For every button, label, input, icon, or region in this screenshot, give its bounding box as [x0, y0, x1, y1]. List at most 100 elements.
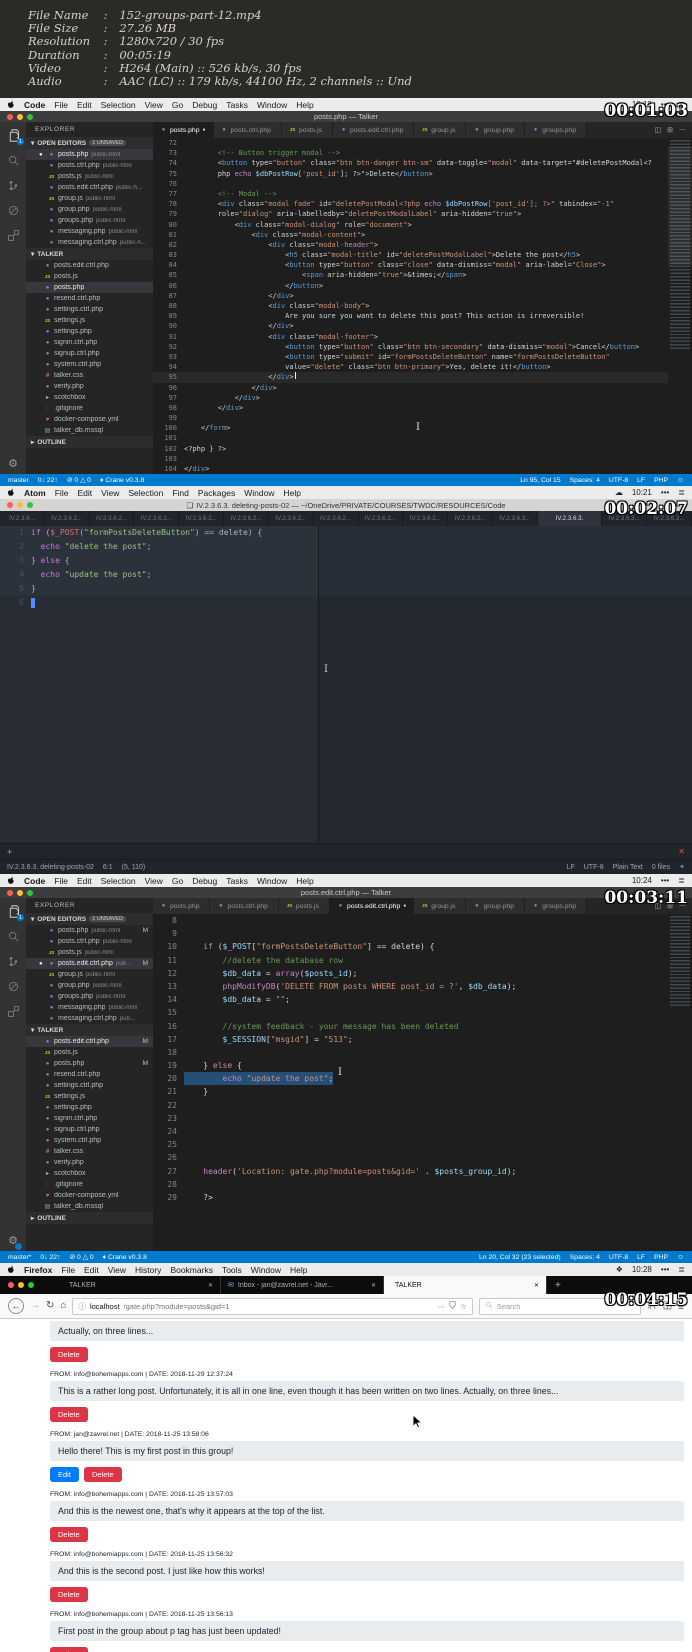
browser-tab[interactable]: TALKER ✕ [384, 1276, 547, 1294]
status-item[interactable]: UTF-8 [584, 864, 604, 871]
menubar-item[interactable]: Packages [198, 488, 235, 498]
menubar-app-name[interactable]: Code [24, 100, 45, 110]
editor-tab[interactable]: posts.php ● [153, 122, 214, 138]
more-icon[interactable]: ••• [661, 488, 669, 497]
delete-button[interactable]: Delete [50, 1587, 88, 1602]
status-extra-icon[interactable]: ✦ [679, 863, 685, 871]
open-editor-item[interactable]: posts.js public-html [26, 171, 153, 182]
menubar-item[interactable]: Edit [84, 1265, 99, 1275]
code-line[interactable]: 101 [153, 433, 668, 443]
file-tree-item[interactable]: resend.ctrl.php [26, 1069, 153, 1080]
settings-gear-icon[interactable]: ⚙ [8, 1234, 22, 1250]
status-item[interactable]: 6:1 [103, 864, 113, 871]
minimap-slider[interactable] [668, 146, 692, 266]
add-panel-icon[interactable]: + [7, 847, 12, 857]
code-line[interactable]: 103 [153, 454, 668, 464]
open-editors-header[interactable]: ▾ OPEN EDITORS 1 UNSAVED [26, 913, 153, 925]
page-actions-icon[interactable]: ⋯ [437, 1302, 445, 1311]
site-info-icon[interactable]: ⓘ [78, 1301, 86, 1312]
code-line[interactable]: 81 <div class="modal-content"> [153, 230, 668, 240]
status-item[interactable]: PHP [654, 477, 668, 484]
status-item[interactable]: ☺ [677, 1254, 684, 1261]
code-line[interactable]: 21 } [153, 1085, 668, 1098]
status-item[interactable]: ♦ Crane v0.3.8 [100, 477, 144, 484]
code-line[interactable]: 78 <div class="modal fade" id="deletePos… [153, 199, 668, 209]
status-item[interactable]: Ln 20, Col 32 (23 selected) [479, 1254, 561, 1261]
menubar-item[interactable]: Bookmarks [170, 1265, 213, 1275]
apple-icon[interactable] [7, 99, 15, 110]
code-line[interactable]: 20 echo "update the post"; [153, 1072, 668, 1086]
menubar-item[interactable]: View [145, 876, 163, 886]
input-menu-icon[interactable]: ❖ [616, 1265, 623, 1274]
status-item[interactable]: ☺ [677, 477, 684, 484]
open-editor-item[interactable]: posts.ctrl.php public-html [26, 160, 153, 171]
editor-tab[interactable]: IV.2.3.6.2... [403, 511, 449, 526]
editor-tab[interactable]: IV.2.3.6.3... [493, 511, 538, 526]
outline-header[interactable]: ▸ OUTLINE [26, 436, 153, 448]
code-line[interactable]: 104 </div> [153, 464, 668, 474]
status-item[interactable]: ♦ Crane v0.3.8 [103, 1254, 147, 1261]
delete-button[interactable]: Delete [50, 1647, 88, 1652]
zoom-window-icon[interactable] [27, 113, 33, 120]
menubar-item[interactable]: Selection [101, 876, 136, 886]
tab-close-icon[interactable]: ✕ [371, 1282, 376, 1289]
status-item[interactable]: UTF-8 [609, 1254, 628, 1261]
tab-close-icon[interactable]: ✕ [534, 1282, 539, 1289]
editor-tab[interactable]: groups.php [525, 122, 588, 138]
menubar-item[interactable]: Window [244, 488, 274, 498]
file-tree-item[interactable]: posts.php [26, 282, 153, 293]
menubar-item[interactable]: Tasks [226, 100, 248, 110]
file-tree-item[interactable]: settings.js [26, 1091, 153, 1102]
editor-tab[interactable]: posts.edit.ctrl.php ● [329, 898, 415, 914]
code-editor[interactable]: 72 73 <!-- Button trigger modal --> 74 <… [153, 138, 692, 474]
menubar-item[interactable]: Window [251, 1265, 281, 1275]
status-item[interactable]: Spaces: 4 [570, 477, 600, 484]
file-tree-item[interactable]: verify.php [26, 1157, 153, 1168]
editor-tab[interactable]: IV.2.3.6.2... [448, 511, 493, 526]
atom-editor[interactable]: 1 if ($_POST("formPostsDeleteButton") ==… [0, 526, 692, 843]
status-item[interactable]: Plain Text [613, 864, 643, 871]
code-line[interactable]: 16 //system feedback - your message has … [153, 1020, 668, 1033]
debug-icon[interactable] [6, 979, 20, 993]
file-tree-item[interactable]: signin.ctrl.php [26, 1113, 153, 1124]
status-item[interactable]: master* [8, 1254, 31, 1261]
search-icon[interactable] [6, 929, 20, 943]
editor-tab[interactable]: posts.ctrl.php [210, 898, 279, 914]
more-icon[interactable]: ••• [661, 876, 669, 885]
more-icon[interactable]: ••• [661, 1265, 669, 1274]
editor-tab[interactable]: IV.2.3.6.2... [359, 511, 404, 526]
file-tree-item[interactable]: talker_db.mssql [26, 1201, 153, 1212]
open-editor-item[interactable]: posts.ctrl.php public-html [26, 936, 153, 947]
status-item[interactable]: 0↓ 22↑ [38, 477, 58, 484]
menubar-item[interactable]: File [55, 488, 69, 498]
menubar-item[interactable]: Debug [192, 100, 217, 110]
file-tree-item[interactable]: scotchbox [26, 392, 153, 403]
minimap[interactable] [668, 138, 692, 474]
code-line[interactable]: 26 [153, 1151, 668, 1164]
file-tree-item[interactable]: .gitignore [26, 1179, 153, 1190]
menubar-item[interactable]: History [135, 1265, 161, 1275]
code-line[interactable]: 24 [153, 1125, 668, 1138]
status-item[interactable]: 0↓ 22↑ [40, 1254, 60, 1261]
code-line[interactable]: 80 <div class="modal-dialog" role="docum… [153, 220, 668, 230]
close-window-icon[interactable] [7, 502, 13, 508]
code-line[interactable]: 15 [153, 1006, 668, 1019]
file-tree-item[interactable]: .gitignore [26, 403, 153, 414]
file-tree-item[interactable]: signin.ctrl.php [26, 337, 153, 348]
menubar-item[interactable]: Debug [192, 876, 217, 886]
editor-tab[interactable]: IV.2.3.6.2... [90, 511, 135, 526]
menubar-item[interactable]: Edit [77, 100, 92, 110]
explorer-icon[interactable]: 1 [6, 128, 24, 145]
open-editor-item[interactable]: group.php public-html [26, 980, 153, 991]
extensions-icon[interactable] [6, 228, 20, 242]
notification-center-icon[interactable]: ≣ [678, 1265, 685, 1274]
code-line[interactable]: 85 <span aria-hidden="true">&times;</spa… [153, 270, 668, 280]
menubar-item[interactable]: View [145, 100, 163, 110]
pane-divider[interactable] [318, 526, 320, 843]
forward-button[interactable]: → [30, 1301, 40, 1311]
code-line[interactable]: 84 <button type="button" class="close" d… [153, 260, 668, 270]
minimap[interactable] [668, 914, 692, 1251]
pocket-icon[interactable] [449, 1301, 456, 1311]
menubar-item[interactable]: Help [290, 1265, 307, 1275]
open-editor-item[interactable]: group.js public-html [26, 193, 153, 204]
